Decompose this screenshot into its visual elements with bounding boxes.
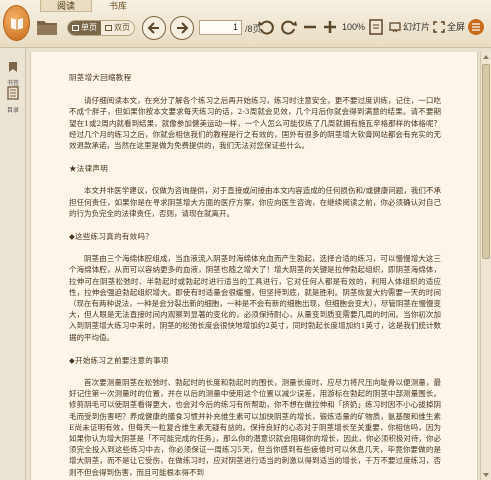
rotate-right-icon	[281, 20, 297, 35]
document-body: 阴茎增大回缩教程 请仔细阅读本文，在充分了解各个练习之后再开始练习，练习时注意安…	[69, 72, 441, 480]
forward-button[interactable]	[170, 16, 194, 40]
slideshow-button[interactable]: 幻灯片	[389, 18, 430, 36]
fullscreen-icon	[433, 21, 445, 33]
single-page-button[interactable]: 单页	[68, 21, 101, 35]
tab-read[interactable]: 阅读	[40, 0, 92, 12]
zoom-level[interactable]: 100%	[342, 22, 365, 32]
zoom-in-icon	[324, 21, 336, 33]
toolbar: 阅读 书库 单页 双页 1 /8页 100% 幻灯片 全屏	[0, 0, 491, 48]
why-paragraph: 阴茎由三个海绵体腔组成，当血液流入阴茎时海绵体充血而产生勃起，选择合适的练习，可…	[69, 254, 441, 342]
app-logo	[3, 5, 30, 41]
sidebar-item-toc[interactable]: 目录	[2, 85, 24, 114]
zoom-out-icon	[304, 25, 316, 29]
document-title: 阴茎增大回缩教程	[69, 73, 132, 82]
slideshow-icon	[389, 22, 401, 33]
fit-page-button[interactable]	[366, 17, 386, 37]
intro-paragraph: 请仔细阅读本文，在充分了解各个练习之后再开始练习，练习时注意安全，更不要过度训练…	[69, 96, 441, 151]
zoom-in-button[interactable]	[320, 17, 340, 37]
legal-paragraph: 本文并非医学建议，仅做为咨询提供，对于直接或间接由本文内容造成的任何损伤和/或健…	[69, 186, 441, 218]
fullscreen-button[interactable]: 全屏	[433, 18, 465, 36]
document-page: 阴茎增大回缩教程 请仔细阅读本文，在充分了解各个练习之后再开始练习，练习时注意安…	[30, 52, 478, 480]
app-menu-icon	[468, 19, 484, 35]
section-heading-before: ◆开始练习之前要注意的事项	[69, 355, 169, 365]
scroll-down-icon[interactable]	[483, 473, 489, 477]
double-page-button[interactable]: 双页	[101, 21, 134, 35]
back-icon	[147, 22, 159, 34]
fit-icon	[369, 19, 383, 35]
forward-icon	[177, 22, 189, 34]
back-button[interactable]	[142, 16, 166, 40]
tab-library[interactable]: 书库	[92, 0, 144, 12]
view-tabs: 阅读 书库	[40, 0, 144, 12]
page-number-input[interactable]: 1	[199, 20, 242, 35]
page-mode-toggle: 单页 双页	[67, 20, 135, 36]
rotate-left-button[interactable]	[257, 17, 277, 37]
before-paragraph: 首次要测量阴茎在松弛时、勃起时的长度和勃起时的围长，测量长度时，应尽力将尺压向耻…	[69, 378, 441, 477]
zoom-out-button[interactable]	[300, 17, 320, 37]
section-heading-legal: ★法律声明	[69, 164, 108, 174]
scroll-thumb[interactable]	[482, 64, 490, 259]
app-menu-button[interactable]	[467, 18, 487, 38]
vertical-scrollbar[interactable]	[480, 52, 491, 480]
bookmark-icon	[9, 62, 17, 72]
folder-icon[interactable]	[36, 18, 58, 36]
rotate-left-icon	[258, 20, 274, 35]
sidebar-item-bookmarks[interactable]: 书签	[2, 58, 24, 87]
toc-icon	[7, 86, 19, 100]
sidebar: 书签 目录	[0, 48, 26, 480]
scroll-up-icon[interactable]	[483, 55, 489, 59]
rotate-right-button[interactable]	[278, 17, 298, 37]
section-heading-why: ◆这些练习真的有效吗？	[69, 232, 154, 242]
